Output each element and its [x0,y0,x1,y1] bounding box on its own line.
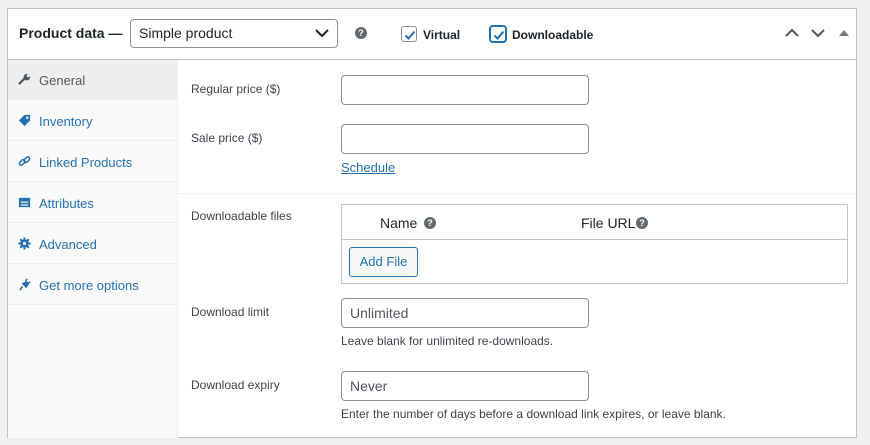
downloadable-label: Downloadable [512,28,594,42]
help-icon[interactable]: ? [355,27,367,39]
product-data-panel: Product data — Simple product ? Virtual … [7,8,857,438]
regular-price-input[interactable] [341,75,589,105]
tab-get-more-options[interactable]: Get more options [8,265,177,305]
link-icon [18,156,31,167]
add-file-button[interactable]: Add File [349,247,418,277]
tab-linked-products[interactable]: Linked Products [8,142,177,182]
column-name-header: Name [380,215,418,231]
checkmark-icon [493,30,505,40]
files-table-header: Name ? File URL ? [342,205,847,240]
tag-icon [18,114,31,127]
downloadable-files-label: Downloadable files [191,209,292,223]
tab-advanced-label: Advanced [39,237,97,252]
downloadable-files-table: Name ? File URL ? Add File [341,204,848,284]
help-icon[interactable]: ? [424,217,436,229]
tab-linked-products-label: Linked Products [39,155,133,170]
sale-price-label: Sale price ($) [191,131,263,145]
plugin-icon [19,278,31,291]
tab-general-label: General [39,73,86,88]
sale-price-input[interactable] [341,124,589,154]
table-icon [18,197,31,208]
downloadable-checkbox[interactable] [490,26,506,42]
download-expiry-label: Download expiry [191,378,280,392]
download-expiry-description: Enter the number of days before a downlo… [341,407,726,421]
checkmark-icon [404,30,416,40]
tab-general[interactable]: General [8,60,177,100]
chevron-down-icon [315,29,329,38]
panel-header: Product data — Simple product ? Virtual … [8,9,856,60]
move-down-icon[interactable] [811,28,825,38]
wrench-icon [18,73,31,85]
section-divider [178,193,856,194]
column-file-url-header: File URL [581,215,636,231]
tab-attributes-label: Attributes [39,196,94,211]
regular-price-label: Regular price ($) [191,82,281,96]
tab-inventory[interactable]: Inventory [8,101,177,141]
tab-advanced[interactable]: Advanced [8,224,177,264]
gear-icon [18,237,31,250]
product-type-select[interactable]: Simple product [130,19,338,48]
move-up-icon[interactable] [785,28,799,38]
virtual-checkbox[interactable] [401,26,417,42]
virtual-label: Virtual [423,28,461,42]
help-icon[interactable]: ? [636,217,648,229]
download-limit-description: Leave blank for unlimited re-downloads. [341,334,554,348]
tab-inventory-label: Inventory [39,114,93,129]
product-data-tabs: General Inventory Linked Products Attrib… [8,60,178,438]
tab-attributes[interactable]: Attributes [8,183,177,223]
panel-title: Product data — [19,25,123,41]
tab-get-more-options-label: Get more options [39,278,139,293]
download-limit-label: Download limit [191,305,270,319]
schedule-link[interactable]: Schedule [341,160,395,175]
product-type-value: Simple product [139,25,233,41]
download-limit-input[interactable]: Unlimited [341,298,589,328]
download-expiry-input[interactable]: Never [341,371,589,401]
collapse-toggle-icon[interactable] [839,29,849,37]
